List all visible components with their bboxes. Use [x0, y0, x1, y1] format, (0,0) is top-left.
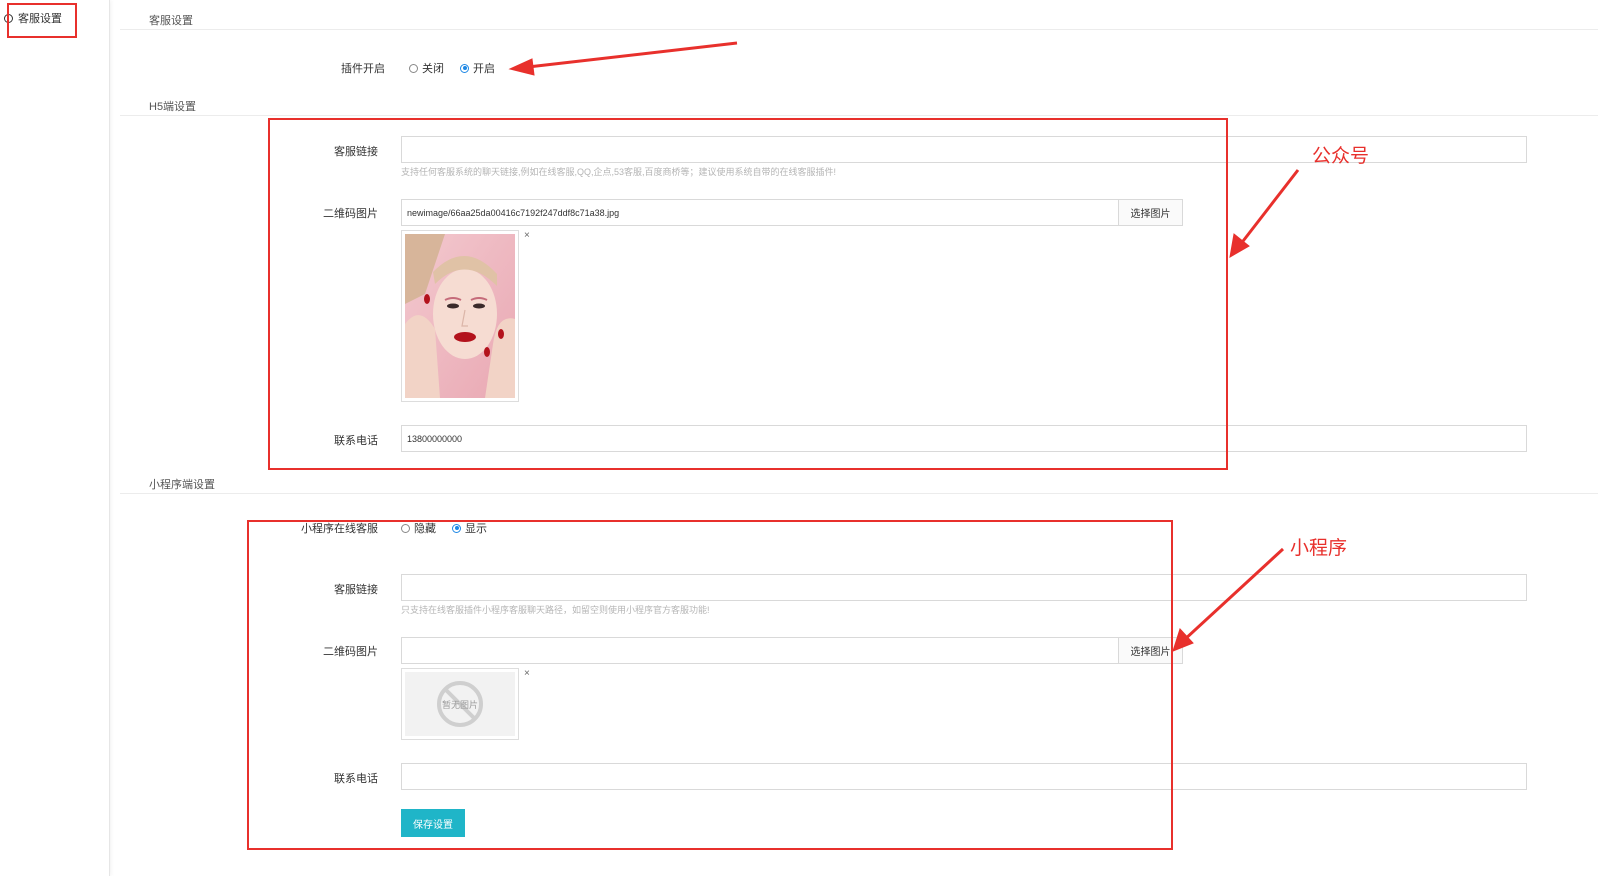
save-settings-button[interactable]: 保存设置 [401, 809, 465, 837]
h5-select-image-button[interactable]: 选择图片 [1118, 199, 1183, 226]
mini-qr-thumbnail: 暂无图片 [401, 668, 519, 740]
plugin-on-label: 开启 [473, 63, 495, 75]
plugin-off-radio[interactable] [409, 63, 418, 73]
h5-qr-label: 二维码图片 [323, 208, 378, 220]
annotation-label-gzh: 公众号 [1312, 145, 1370, 167]
mini-qr-label: 二维码图片 [323, 646, 378, 658]
mini-remove-image-icon[interactable]: × [524, 668, 530, 679]
h5-phone-label: 联系电话 [334, 435, 378, 447]
main-content: 客服设置 插件开启 关闭 开启 H5端设置 客服链接 支持任何客服系统的聊天链接… [120, 0, 1598, 876]
mini-link-help: 只支持在线客服插件小程序客服聊天路径，如留空则使用小程序官方客服功能! [401, 605, 710, 615]
section-title-mini: 小程序端设置 [149, 479, 215, 491]
sidebar-item-label: 客服设置 [18, 13, 62, 25]
mini-online-radio-group: 隐藏 显示 [401, 520, 487, 536]
h5-remove-image-icon[interactable]: × [524, 230, 530, 241]
plugin-on-radio[interactable] [460, 63, 469, 73]
mini-show-label: 显示 [465, 523, 487, 535]
h5-qr-thumbnail [401, 230, 519, 402]
mini-qr-input[interactable] [401, 637, 1119, 664]
plugin-off-label: 关闭 [422, 63, 444, 75]
h5-phone-input[interactable]: 13800000000 [401, 425, 1527, 452]
plugin-enable-label: 插件开启 [341, 63, 385, 75]
portrait-image [405, 234, 515, 398]
mini-show-radio[interactable] [452, 523, 461, 533]
sidebar-item-service-settings[interactable]: 客服设置 [4, 10, 62, 26]
mini-hide-label: 隐藏 [414, 523, 436, 535]
divider [120, 115, 1598, 116]
divider [120, 29, 1598, 30]
mini-hide-radio[interactable] [401, 523, 410, 533]
mini-phone-label: 联系电话 [334, 773, 378, 785]
divider [120, 493, 1598, 494]
h5-link-label: 客服链接 [334, 146, 378, 158]
circle-icon [4, 13, 13, 23]
mini-link-input[interactable] [401, 574, 1527, 601]
mini-select-image-button[interactable]: 选择图片 [1118, 637, 1183, 664]
section-title-service: 客服设置 [149, 15, 193, 27]
section-title-h5: H5端设置 [149, 101, 197, 113]
h5-link-help: 支持任何客服系统的聊天链接,例如在线客服,QQ,企点,53客服,百度商桥等；建议… [401, 167, 837, 177]
sidebar: 客服设置 [0, 0, 110, 876]
plugin-enable-radio-group: 关闭 开启 [409, 60, 495, 76]
annotation-label-mini: 小程序 [1290, 537, 1348, 559]
no-image-placeholder: 暂无图片 [405, 672, 515, 736]
mini-phone-input[interactable] [401, 763, 1527, 790]
mini-online-label: 小程序在线客服 [301, 523, 378, 535]
h5-qr-input[interactable]: newimage/66aa25da00416c7192f247ddf8c71a3… [401, 199, 1119, 226]
mini-link-label: 客服链接 [334, 584, 378, 596]
no-image-text: 暂无图片 [441, 700, 478, 710]
